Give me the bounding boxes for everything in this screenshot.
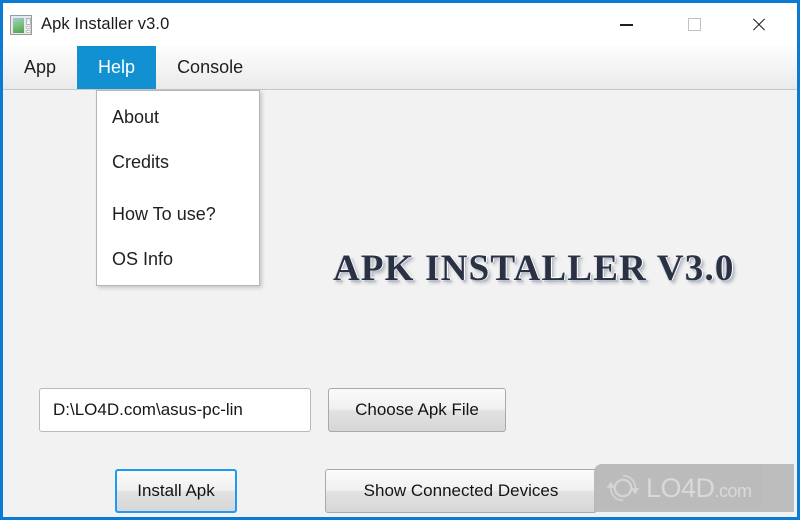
show-connected-devices-label: Show Connected Devices — [363, 481, 559, 500]
show-connected-devices-button[interactable]: Show Connected Devices — [325, 469, 597, 513]
menu-item-help[interactable]: Help — [77, 46, 157, 89]
watermark: LO4D.com — [594, 464, 794, 512]
menu-item-console[interactable]: Console — [156, 46, 264, 89]
menu-option-about-label: About — [112, 107, 160, 127]
app-window: Apk Installer v3.0 App Help Console APK … — [0, 0, 800, 520]
close-icon — [751, 17, 766, 32]
close-button[interactable] — [735, 3, 781, 46]
menu-separator — [97, 188, 259, 189]
menu-bar: App Help Console — [3, 46, 797, 90]
title-bar: Apk Installer v3.0 — [3, 3, 797, 46]
menu-item-app-label: App — [24, 57, 57, 77]
watermark-name: LO4D — [646, 472, 715, 503]
maximize-button[interactable] — [671, 3, 717, 46]
menu-option-os-info[interactable]: OS Info — [97, 237, 259, 282]
refresh-circle-icon — [606, 474, 640, 502]
menu-option-os-info-label: OS Info — [112, 249, 174, 269]
menu-option-credits[interactable]: Credits — [97, 140, 259, 185]
menu-option-credits-label: Credits — [112, 152, 170, 172]
menu-option-about[interactable]: About — [97, 95, 259, 140]
apk-path-input[interactable]: D:\LO4D.com\asus-pc-lin — [39, 388, 311, 432]
window-title: Apk Installer v3.0 — [41, 15, 170, 33]
menu-item-console-label: Console — [177, 57, 244, 77]
help-dropdown-menu: About Credits How To use? OS Info — [96, 90, 260, 286]
choose-apk-file-button[interactable]: Choose Apk File — [328, 388, 506, 432]
app-logo-wordmark: APK INSTALLER V3.0 — [333, 248, 735, 289]
watermark-tld: .com — [714, 480, 753, 501]
menu-item-help-label: Help — [98, 57, 136, 77]
menu-option-how-to-use-label: How To use? — [112, 204, 216, 224]
watermark-text: LO4D.com — [646, 472, 753, 503]
menu-option-how-to-use[interactable]: How To use? — [97, 192, 259, 237]
install-apk-button[interactable]: Install Apk — [115, 469, 237, 513]
install-apk-label: Install Apk — [137, 481, 215, 500]
choose-apk-file-label: Choose Apk File — [355, 400, 479, 419]
maximize-icon — [687, 18, 701, 31]
minimize-icon — [619, 23, 633, 26]
minimize-button[interactable] — [603, 3, 649, 46]
menu-item-app[interactable]: App — [3, 46, 77, 89]
app-window-icon — [10, 14, 32, 35]
